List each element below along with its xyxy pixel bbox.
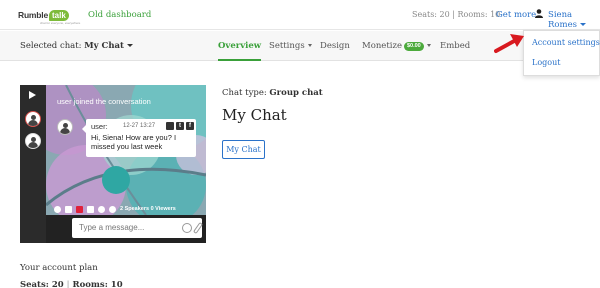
trash-icon[interactable] [166,122,174,130]
message-text: Hi, Siena! How are you? I missed you las… [91,133,177,151]
tab-monetize[interactable]: Monetize $0.00 [362,31,431,61]
plan-rooms: Rooms: 10 [72,280,123,288]
record-icon[interactable] [76,205,83,213]
play-icon[interactable] [29,91,36,99]
selected-chat-label: Selected chat: [20,41,82,51]
plan-separator: | [66,280,70,288]
message-timestamp: 12-27 13:27 [123,123,156,129]
user-name-label: Siena Romes [548,10,577,30]
chevron-down-icon [579,23,586,26]
clock-icon[interactable] [109,205,116,213]
chevron-down-icon [126,44,133,47]
account-plan-label: Your account plan [20,263,98,273]
chat-type-value: Group chat [269,88,323,98]
pin-icon[interactable] [54,205,61,213]
message-avatar [57,119,73,135]
old-dashboard-link[interactable]: Old dashboard [88,10,151,20]
emoji-icon[interactable] [182,223,192,233]
monetize-badge: $0.00 [403,42,424,51]
user-dropdown-menu: Account settings Logout [523,30,600,76]
seats-rooms-status: Seats: 20 | Rooms: 10 [412,10,501,19]
account-plan-values: Seats: 20 | Rooms: 10 [20,280,123,288]
logo-tagline: chat for everyone, everywhere [40,21,81,25]
red-arrow-icon [494,34,524,53]
logo-bubble: talk [48,9,69,21]
avatar[interactable] [25,111,41,127]
top-navbar: Rumble talk chat for everyone, everywhere… [0,0,600,30]
plan-seats: Seats: 20 [20,280,64,288]
tab-embed[interactable]: Embed [440,31,470,61]
page-title: My Chat [222,106,287,124]
widget-toolbar: 2 Speakers 0 Viewers [54,204,176,214]
facebook-icon[interactable]: f [186,122,194,130]
account-settings-link[interactable]: Account settings [532,38,600,47]
tab-settings-label: Settings [269,41,305,51]
tab-design[interactable]: Design [320,31,350,61]
message-input[interactable]: Type a message... [72,218,204,238]
message-username: user: [91,122,108,131]
rumbletalk-logo[interactable]: Rumble talk chat for everyone, everywhere [18,7,80,25]
chevron-down-icon [307,44,312,47]
chat-type-label: Chat type: [222,88,267,98]
chat-message-bubble: user: 12-27 13:27 t f Hi, Siena! How are… [82,119,196,157]
download-icon[interactable] [65,205,72,213]
sound-icon[interactable] [87,205,94,213]
user-icon[interactable] [535,9,543,18]
tab-monetize-label: Monetize [362,41,402,51]
chevron-down-icon [426,44,431,47]
tab-overview[interactable]: Overview [218,31,262,61]
tab-embed-label: Embed [440,41,471,51]
user-menu-toggle[interactable]: Siena Romes [548,10,600,30]
selected-chat-selector[interactable]: Selected chat: My Chat [20,41,133,51]
chat-widget-preview: user joined the conversation user: 12-27… [20,85,206,243]
message-input-placeholder: Type a message... [79,223,145,232]
logo-text: Rumble [18,10,48,20]
tab-overview-label: Overview [218,41,262,51]
twitter-icon[interactable]: t [176,122,184,130]
open-chat-button[interactable]: My Chat [222,140,265,159]
gear-icon[interactable] [98,205,105,213]
get-more-link[interactable]: Get more [496,10,536,20]
tab-design-label: Design [320,41,350,51]
widget-users-sidebar [20,85,46,243]
speakers-viewers-count: 2 Speakers 0 Viewers [120,206,176,212]
chat-type: Chat type: Group chat [222,88,323,98]
message-actions: t f [166,122,194,130]
selected-chat-value: My Chat [84,41,124,51]
avatar[interactable] [25,133,41,149]
attachment-icon[interactable] [192,221,204,235]
join-notice: user joined the conversation [57,97,151,106]
tab-settings[interactable]: Settings [269,31,312,61]
logout-link[interactable]: Logout [532,58,560,67]
